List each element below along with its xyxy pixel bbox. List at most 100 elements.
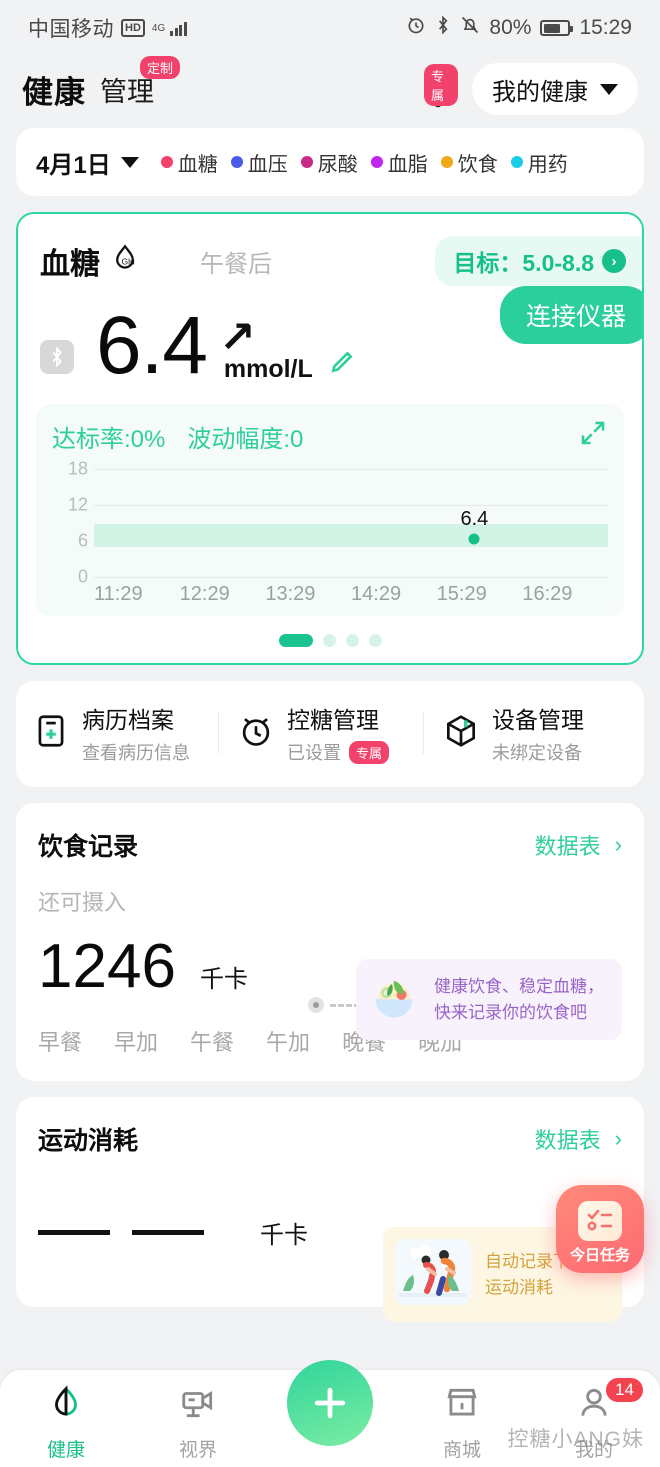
add-button[interactable] xyxy=(287,1360,373,1446)
nav-item-profile[interactable]: 14 我的 xyxy=(528,1378,660,1462)
leader-dot-icon xyxy=(308,997,324,1013)
app-header: 健康 管理 定制 专属 我的健康 xyxy=(0,55,660,122)
legend-label: 血压 xyxy=(247,153,288,176)
diet-calorie-value: 1246 xyxy=(38,932,176,1001)
alarm-clock-icon xyxy=(237,712,275,755)
exercise-value-placeholder xyxy=(132,1230,204,1235)
meal-tag: 午餐后 xyxy=(200,250,272,278)
exercise-data-table-link[interactable]: 数据表 › xyxy=(535,1123,622,1155)
gridline xyxy=(94,577,608,578)
connect-device-button[interactable]: 连接仪器 xyxy=(499,286,642,344)
chevron-right-icon: › xyxy=(614,832,622,857)
nav-item-health[interactable]: 健康 xyxy=(0,1384,132,1462)
card-pagination xyxy=(18,626,642,663)
leaf-icon xyxy=(47,1384,85,1427)
quick-action-medical-record[interactable]: 病历档案 查看病历信息 xyxy=(32,701,218,765)
glucose-drop-icon: Glu xyxy=(108,242,142,281)
exercise-card: 运动消耗 数据表 › 千卡 自动记录下您每 运动消耗 xyxy=(16,1097,644,1322)
y-axis-tick: 18 xyxy=(67,458,88,479)
expand-icon[interactable] xyxy=(578,418,608,455)
meal-tab-breakfast[interactable]: 早餐 xyxy=(38,1025,82,1057)
quick-action-device-management[interactable]: 设备管理 未绑定设备 xyxy=(424,701,628,765)
nav-item-shop[interactable]: 商城 xyxy=(396,1384,528,1462)
pagination-dot-2[interactable] xyxy=(322,634,336,647)
diet-data-table-link[interactable]: 数据表 › xyxy=(535,829,622,861)
signal-icon xyxy=(170,20,187,36)
exercise-unit: 千卡 xyxy=(260,1222,308,1249)
x-axis-tick: 14:29 xyxy=(351,583,402,605)
y-axis-tick: 0 xyxy=(77,566,88,587)
quick-action-subtitle: 已设置 专属 xyxy=(287,739,390,765)
x-axis-tick: 15:29 xyxy=(436,583,487,605)
target-rate-label: 达标率:0% xyxy=(52,426,166,453)
diet-tip-line1: 健康饮食、稳定血糖， xyxy=(434,976,604,996)
legend-item-blood-pressure[interactable]: 血压 xyxy=(230,148,288,177)
legend-item-blood-lipid[interactable]: 血脂 xyxy=(370,148,428,177)
x-axis-tick: 12:29 xyxy=(179,583,230,605)
notification-bell-button[interactable]: 专属 xyxy=(418,64,458,110)
nav-label-health: 健康 xyxy=(46,1440,85,1461)
date-picker[interactable]: 4月1日 xyxy=(36,145,139,180)
legend-dot xyxy=(300,156,313,168)
video-icon xyxy=(179,1384,217,1427)
diet-record-card: 饮食记录 数据表 › 还可摄入 1246 千卡 健康饮食、稳定血糖， 快来记录你… xyxy=(16,803,644,1081)
clock-label: 15:29 xyxy=(579,16,632,39)
diet-calorie-unit: 千卡 xyxy=(199,966,248,993)
diet-card-body: 还可摄入 1246 千卡 健康饮食、稳定血糖， 快来记录你的饮食吧 xyxy=(16,863,644,1040)
checklist-icon xyxy=(578,1201,622,1241)
quick-action-text: 设备管理 未绑定设备 xyxy=(492,701,584,765)
status-bar: 中国移动 HD 4G 80% 15:29 xyxy=(0,0,660,56)
legend-item-medication[interactable]: 用药 xyxy=(510,148,568,177)
today-task-button[interactable]: 今日任务 xyxy=(556,1185,644,1273)
battery-percent-label: 80% xyxy=(489,16,532,39)
network-type-label: 4G xyxy=(151,22,166,34)
quick-action-title: 控糖管理 xyxy=(287,707,379,733)
diet-tip-bubble[interactable]: 健康饮食、稳定血糖， 快来记录你的饮食吧 xyxy=(356,959,622,1040)
battery-icon xyxy=(540,20,574,36)
legend-label: 尿酸 xyxy=(317,153,358,176)
exercise-card-body: 千卡 自动记录下您每 运动消耗 xyxy=(16,1157,644,1322)
pagination-dot-1[interactable] xyxy=(278,634,313,647)
target-range-button[interactable]: 目标：5.0-8.8 › xyxy=(435,236,642,286)
legend-label: 用药 xyxy=(527,153,568,176)
pagination-dot-3[interactable] xyxy=(345,634,359,647)
legend-item-uric-acid[interactable]: 尿酸 xyxy=(300,148,358,177)
quick-action-sugar-control[interactable]: 控糖管理 已设置 专属 xyxy=(219,701,423,765)
data-point[interactable] xyxy=(468,533,480,545)
chevron-right-icon: › xyxy=(614,1126,622,1151)
meal-tab-afternoon-snack[interactable]: 午加 xyxy=(266,1025,310,1057)
customize-badge: 定制 xyxy=(139,55,180,79)
chevron-down-icon xyxy=(120,156,139,168)
x-axis-tick: 11:29 xyxy=(94,583,143,605)
chart-stats: 达标率:0% 波动幅度:0 xyxy=(52,418,608,455)
legend-item-glucose[interactable]: 血糖 xyxy=(160,148,218,177)
chevron-down-icon xyxy=(600,83,618,95)
profile-select[interactable]: 我的健康 xyxy=(472,63,638,115)
shop-icon xyxy=(443,1384,481,1427)
legend-item-diet[interactable]: 饮食 xyxy=(440,148,498,177)
header-subtitle[interactable]: 管理 定制 xyxy=(100,55,180,109)
quick-action-text: 病历档案 查看病历信息 xyxy=(82,701,190,765)
nav-item-video[interactable]: 视界 xyxy=(132,1384,264,1462)
exclusive-badge: 专属 xyxy=(424,64,458,106)
exercise-data-table-label: 数据表 xyxy=(534,1128,601,1153)
profile-badge-count: 14 xyxy=(606,1378,643,1402)
meal-tab-lunch[interactable]: 午餐 xyxy=(190,1025,234,1057)
glucose-chart[interactable]: 达标率:0% 波动幅度:0 18 12 6 0 6.4 11:29 12:29 … xyxy=(36,404,624,616)
x-axis-tick: 16:29 xyxy=(522,583,573,605)
meal-tab-morning-snack[interactable]: 早加 xyxy=(114,1025,158,1057)
legend-label: 血糖 xyxy=(177,153,218,176)
bluetooth-icon xyxy=(435,15,451,41)
salad-bowl-icon xyxy=(368,971,420,1028)
edit-pencil-icon[interactable] xyxy=(329,349,355,380)
alarm-icon xyxy=(406,15,426,41)
gridline xyxy=(94,504,608,506)
app-header-actions: 专属 我的健康 xyxy=(418,63,638,115)
chevron-right-icon: › xyxy=(602,249,626,273)
target-range-band xyxy=(94,524,608,547)
today-task-label: 今日任务 xyxy=(569,1247,630,1264)
quick-action-subtitle: 查看病历信息 xyxy=(82,739,190,765)
status-bar-right: 80% 15:29 xyxy=(406,15,632,41)
pagination-dot-4[interactable] xyxy=(368,634,382,647)
x-axis-tick: 13:29 xyxy=(265,583,316,605)
